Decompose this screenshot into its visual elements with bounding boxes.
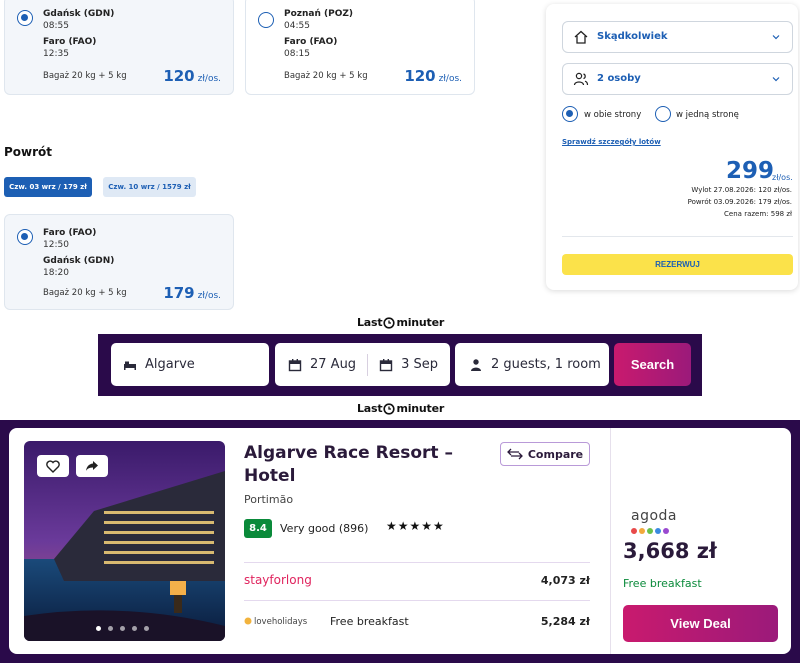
flight-radio[interactable] <box>258 12 274 28</box>
return-flight-card[interactable]: Faro (FAO) 12:50 Gdańsk (GDN) 18:20 Baga… <box>4 214 234 310</box>
chevron-down-icon <box>772 35 780 40</box>
one-way-label: w jedną stronę <box>676 110 739 120</box>
deal-column-divider <box>610 428 611 654</box>
hotel-location: Portimão <box>244 493 294 506</box>
return-date-tab[interactable]: Czw. 10 wrz / 1579 zł <box>103 177 196 197</box>
arrival-city: Gdańsk (GDN) <box>43 256 115 266</box>
calendar-icon <box>379 358 393 371</box>
provider-price[interactable]: 5,284 zł <box>541 615 590 628</box>
best-deal-price: 3,668 zł <box>623 539 717 563</box>
checkout-date[interactable]: 3 Sep <box>401 357 438 372</box>
favorite-button[interactable] <box>37 455 69 477</box>
baggage-info: Bagaż 20 kg + 5 kg <box>284 71 368 81</box>
people-select[interactable]: 2 osoby <box>562 63 793 95</box>
origin-select-value: Skądkolwiek <box>597 31 668 42</box>
chevron-down-icon <box>772 77 780 82</box>
agoda-logo: agoda <box>631 508 677 524</box>
photo-indicator-dot[interactable] <box>120 626 125 631</box>
flight-option-card[interactable]: Gdańsk (GDN) 08:55 Faro (FAO) 12:35 Baga… <box>4 0 234 95</box>
return-section-title: Powrót <box>4 145 53 159</box>
loveholidays-logo[interactable]: loveholidays <box>244 614 316 628</box>
arrival-time: 08:15 <box>284 49 310 59</box>
total-price-line: Cena razem: 598 zł <box>724 210 792 218</box>
calendar-icon <box>288 358 302 371</box>
dates-separator <box>367 353 369 376</box>
total-price-per-person: 299 <box>726 158 775 184</box>
dates-field[interactable]: 27 Aug 3 Sep <box>275 343 450 386</box>
destination-value: Algarve <box>145 357 195 372</box>
compare-label: Compare <box>527 447 584 461</box>
flight-details-link[interactable]: Sprawdź szczegóły lotów <box>562 138 661 146</box>
return-date-tab[interactable]: Czw. 03 wrz / 179 zł <box>4 177 92 197</box>
people-icon <box>573 72 589 86</box>
provider-note: Free breakfast <box>330 615 409 628</box>
flight-price: 179 zł/os. <box>163 284 221 302</box>
flight-radio[interactable] <box>17 229 33 245</box>
svg-text:stayforlong: stayforlong <box>244 573 312 587</box>
photo-indicator-dot[interactable] <box>96 626 101 631</box>
photo-indicator-dot[interactable] <box>132 626 137 631</box>
stayforlong-logo[interactable]: stayforlong <box>244 572 314 588</box>
provider-row-divider <box>244 600 590 601</box>
outbound-price-line: Wylot 27.08.2026: 120 zł/os. <box>691 186 792 194</box>
compare-button[interactable]: Compare <box>500 442 590 466</box>
provider-price[interactable]: 4,073 zł <box>541 574 590 587</box>
lastminuter-logo: Last minuter <box>357 316 445 329</box>
guests-field[interactable]: 2 guests, 1 room <box>455 343 609 386</box>
one-way-radio[interactable] <box>655 106 671 122</box>
departure-time: 12:50 <box>43 240 69 250</box>
baggage-info: Bagaż 20 kg + 5 kg <box>43 71 127 81</box>
people-select-value: 2 osoby <box>597 73 641 84</box>
arrival-time: 12:35 <box>43 49 69 59</box>
photo-indicator-dot[interactable] <box>108 626 113 631</box>
hotel-name[interactable]: Algarve Race Resort – Hotel <box>244 442 479 488</box>
lastminuter-logo: Last minuter <box>357 402 445 415</box>
svg-text:loveholidays: loveholidays <box>254 617 308 627</box>
destination-field[interactable]: Algarve <box>111 343 269 386</box>
origin-select[interactable]: Skądkolwiek <box>562 21 793 53</box>
flight-option-card[interactable]: Poznań (POZ) 04:55 Faro (FAO) 08:15 Baga… <box>245 0 475 95</box>
flight-price: 120 zł/os. <box>163 67 221 85</box>
guests-value: 2 guests, 1 room <box>491 357 601 372</box>
return-price-line: Powrót 03.09.2026: 179 zł/os. <box>687 198 792 206</box>
best-deal-note: Free breakfast <box>623 577 702 590</box>
book-button[interactable]: REZERWUJ <box>562 254 793 275</box>
flight-price: 120 zł/os. <box>404 67 462 85</box>
price-unit: zł/os. <box>772 173 793 182</box>
arrival-time: 18:20 <box>43 268 69 278</box>
hotel-photo[interactable] <box>24 441 225 641</box>
flight-radio[interactable] <box>17 10 33 26</box>
booking-summary-panel: Skądkolwiek 2 osoby w obie strony w jedn… <box>546 4 798 290</box>
arrival-city: Faro (FAO) <box>43 37 97 47</box>
panel-divider <box>562 236 793 237</box>
person-icon <box>471 358 481 371</box>
round-trip-label: w obie strony <box>584 110 642 120</box>
hotel-stars: ★★★★★ <box>386 519 445 533</box>
checkin-date[interactable]: 27 Aug <box>310 357 356 372</box>
arrival-city: Faro (FAO) <box>284 37 338 47</box>
share-button[interactable] <box>76 455 108 477</box>
rating-text: Very good (896) <box>280 522 369 535</box>
photo-indicator-dot[interactable] <box>144 626 149 631</box>
share-icon <box>86 461 98 471</box>
bed-icon <box>124 361 136 370</box>
provider-row-divider <box>244 562 590 563</box>
departure-city: Poznań (POZ) <box>284 9 354 19</box>
baggage-info: Bagaż 20 kg + 5 kg <box>43 288 127 298</box>
agoda-logo-dots <box>631 528 669 534</box>
round-trip-radio[interactable] <box>562 106 578 122</box>
departure-time: 08:55 <box>43 21 69 31</box>
heart-icon <box>46 459 60 473</box>
clock-icon <box>383 316 396 329</box>
rating-badge: 8.4 <box>244 519 272 538</box>
search-button[interactable]: Search <box>614 343 691 386</box>
compare-arrows-icon <box>506 448 523 460</box>
clock-icon <box>383 402 396 415</box>
departure-city: Gdańsk (GDN) <box>43 9 115 19</box>
home-icon <box>574 30 588 44</box>
departure-time: 04:55 <box>284 21 310 31</box>
departure-city: Faro (FAO) <box>43 228 97 238</box>
view-deal-button[interactable]: View Deal <box>623 605 778 642</box>
